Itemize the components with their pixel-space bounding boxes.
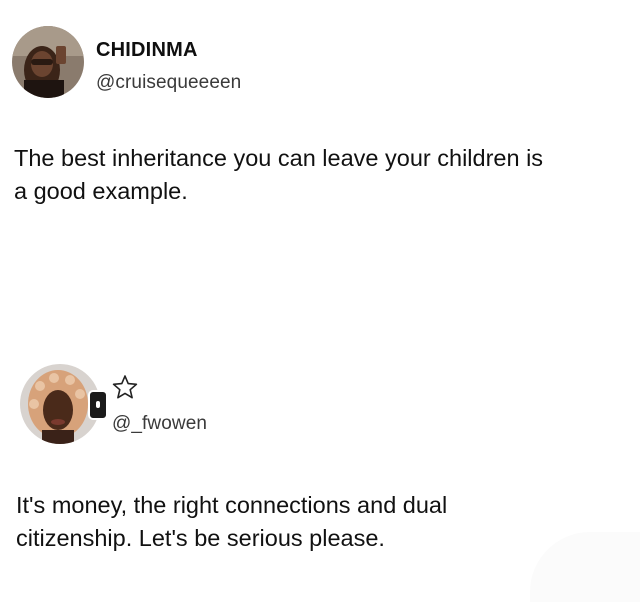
user-handle[interactable]: @cruisequeeeen xyxy=(96,72,241,94)
star-outline-icon xyxy=(112,375,138,399)
user-handle[interactable]: @_fwowen xyxy=(112,413,207,435)
display-name[interactable]: CHIDINMA xyxy=(96,39,198,62)
profile-photo-icon xyxy=(12,26,84,98)
tweet-text: It's money, the right connections and du… xyxy=(16,492,448,551)
phone-badge-icon xyxy=(88,390,108,420)
tweet-text: The best inheritance you can leave your … xyxy=(14,145,544,204)
avatar-chidinma[interactable] xyxy=(12,26,84,98)
